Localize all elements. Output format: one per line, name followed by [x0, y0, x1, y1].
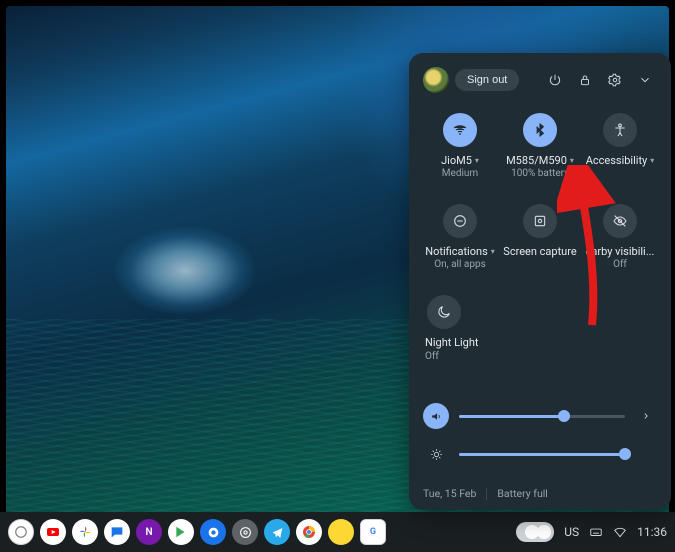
bluetooth-sublabel: 100% battery [511, 168, 569, 180]
settings-app-icon[interactable] [232, 519, 258, 545]
notifications-label: Notifications [425, 245, 488, 258]
keyboard-icon[interactable] [589, 525, 603, 539]
shelf-status-area[interactable]: US 11:36 [516, 522, 667, 542]
shelf: N G US 11:36 [0, 512, 675, 552]
chrome-app-icon[interactable] [296, 519, 322, 545]
screen-capture-icon [523, 204, 557, 238]
night-light-icon [427, 295, 461, 329]
files-app-icon[interactable] [200, 519, 226, 545]
night-light-tile[interactable]: Night Light Off [423, 293, 501, 364]
screen-capture-sublabel [539, 259, 541, 271]
chevron-down-icon: ▾ [650, 156, 654, 166]
wifi-tile[interactable]: JioM5▾ Medium [423, 111, 497, 182]
notifications-sublabel: On, all apps [434, 259, 485, 271]
wifi-icon [443, 113, 477, 147]
app-icon-generic-2[interactable]: G [360, 519, 386, 545]
night-light-label: Night Light [425, 336, 479, 349]
wifi-label: JioM5 [441, 154, 472, 167]
sliders-section [423, 383, 657, 479]
volume-slider-row [423, 403, 657, 429]
ime-indicator[interactable]: US [564, 525, 579, 539]
bluetooth-tile[interactable]: M585/M590▾ 100% battery [503, 111, 577, 182]
wifi-sublabel: Medium [442, 168, 478, 180]
footer-date: Tue, 15 Feb [423, 487, 476, 500]
photos-app-icon[interactable] [72, 519, 98, 545]
clock[interactable]: 11:36 [637, 525, 667, 539]
youtube-app-icon[interactable] [40, 519, 66, 545]
footer-battery: Battery full [497, 487, 547, 500]
app-icon-generic[interactable] [328, 519, 354, 545]
brightness-slider-row [423, 441, 657, 467]
brightness-icon[interactable] [423, 441, 449, 467]
accessibility-tile[interactable]: Accessibility▾ [583, 111, 657, 182]
bluetooth-icon [523, 113, 557, 147]
quick-tiles-row-3: Night Light Off [423, 293, 657, 364]
quick-tiles-row-2: Notifications▾ On, all apps Screen captu… [423, 202, 657, 273]
panel-footer: Tue, 15 Feb Battery full [423, 479, 657, 500]
quick-tiles-row-1: JioM5▾ Medium M585/M590▾ 100% battery Ac… [423, 111, 657, 182]
nearby-visibility-tile[interactable]: earby visibili... Off [583, 202, 657, 273]
accessibility-label: Accessibility [586, 154, 648, 167]
telegram-app-icon[interactable] [264, 519, 290, 545]
sign-out-button[interactable]: Sign out [455, 69, 519, 91]
wifi-status-icon[interactable] [613, 525, 627, 539]
chevron-down-icon: ▾ [491, 247, 495, 257]
quick-settings-panel: Sign out JioM5▾ Medium M585/M590▾ 1 [409, 53, 671, 510]
settings-gear-icon[interactable] [603, 68, 627, 92]
phone-hub-icon[interactable] [516, 522, 554, 542]
screen-capture-label: Screen capture [503, 245, 576, 258]
visibility-off-icon [603, 204, 637, 238]
lock-icon[interactable] [573, 68, 597, 92]
messages-app-icon[interactable] [104, 519, 130, 545]
audio-settings-chevron-icon[interactable] [635, 405, 657, 427]
notifications-tile[interactable]: Notifications▾ On, all apps [423, 202, 497, 273]
power-icon[interactable] [543, 68, 567, 92]
do-not-disturb-icon [443, 204, 477, 238]
brightness-slider[interactable] [459, 453, 625, 456]
volume-icon[interactable] [423, 403, 449, 429]
nearby-label: earby visibili... [586, 245, 655, 258]
chevron-down-icon: ▾ [475, 156, 479, 166]
launcher-icon[interactable] [8, 519, 34, 545]
shelf-apps: N G [8, 519, 386, 545]
volume-slider[interactable] [459, 415, 625, 418]
night-light-sublabel: Off [425, 351, 439, 363]
screen-capture-tile[interactable]: Screen capture [503, 202, 577, 273]
play-store-app-icon[interactable] [168, 519, 194, 545]
user-avatar[interactable] [423, 67, 449, 93]
nearby-sublabel: Off [613, 259, 627, 271]
bluetooth-label: M585/M590 [506, 154, 567, 167]
accessibility-icon [603, 113, 637, 147]
chevron-down-icon: ▾ [570, 156, 574, 166]
panel-header: Sign out [423, 67, 657, 93]
collapse-chevron-icon[interactable] [633, 68, 657, 92]
footer-separator [486, 488, 487, 500]
onenote-app-icon[interactable]: N [136, 519, 162, 545]
